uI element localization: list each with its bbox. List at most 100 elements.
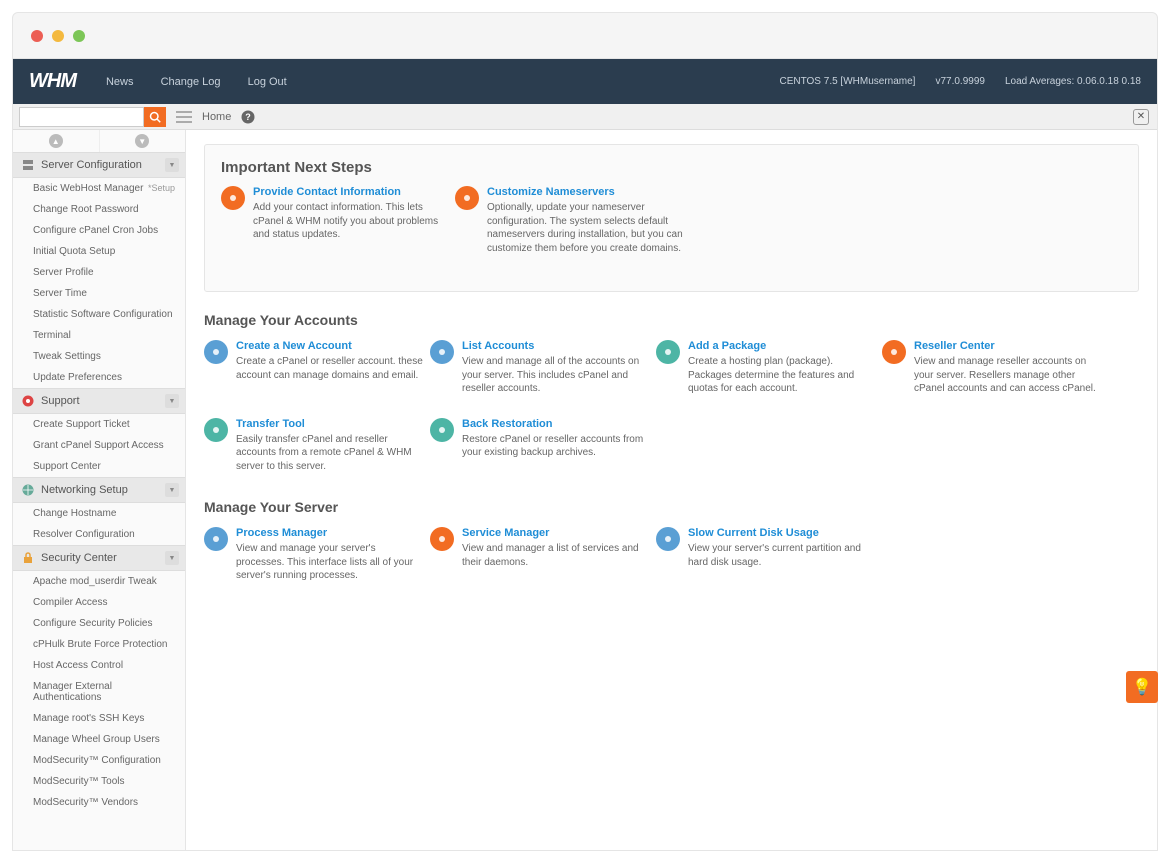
- sidebar-item-0-3[interactable]: Initial Quota Setup: [13, 241, 185, 262]
- accounts-heading: Manage Your Accounts: [204, 312, 1139, 328]
- card-desc: Create a hosting plan (package). Package…: [688, 355, 878, 396]
- next-steps-panel: Important Next Steps Provide Contact Inf…: [204, 144, 1139, 292]
- share-icon: [882, 340, 906, 364]
- sidebar-item-1-1[interactable]: Grant cPanel Support Access: [13, 435, 185, 456]
- card-title[interactable]: Create a New Account: [236, 340, 426, 352]
- sidebar-item-0-4[interactable]: Server Profile: [13, 262, 185, 283]
- card-desc: View and manage your server's processes.…: [236, 542, 426, 583]
- window-titlebar: [12, 12, 1158, 59]
- sidebar-item-1-2[interactable]: Support Center: [13, 456, 185, 477]
- card-srv-0: Process Manager View and manage your serv…: [204, 527, 426, 583]
- nav-log-out[interactable]: Log Out: [248, 76, 287, 88]
- sidebar-item-2-1[interactable]: Resolver Configuration: [13, 524, 185, 545]
- search-input[interactable]: [19, 107, 144, 127]
- card-desc: View and manage all of the accounts on y…: [462, 355, 652, 396]
- window-close-button[interactable]: [31, 30, 43, 42]
- disk-icon: [656, 527, 680, 551]
- card-title[interactable]: Customize Nameservers: [487, 186, 685, 198]
- svg-text:?: ?: [246, 112, 252, 122]
- nav-change-log[interactable]: Change Log: [161, 76, 221, 88]
- chevron-down-icon: ▼: [165, 483, 179, 497]
- card-desc: View and manage reseller accounts on you…: [914, 355, 1104, 396]
- sidebar-item-0-5[interactable]: Server Time: [13, 283, 185, 304]
- card-desc: View your server's current partition and…: [688, 542, 878, 569]
- sidebar-item-tag: *Setup: [148, 183, 175, 193]
- sidebar-group-title: Security Center: [41, 552, 117, 564]
- wrench-icon: [430, 527, 454, 551]
- sidebar: ▲ ▼ Server Configuration▼Basic WebHost M…: [13, 130, 186, 850]
- status-version: v77.0.9999: [935, 76, 985, 87]
- support-icon: [21, 394, 35, 408]
- menu-toggle[interactable]: [176, 111, 192, 123]
- sidebar-item-2-0[interactable]: Change Hostname: [13, 503, 185, 524]
- chevron-down-icon: ▼: [165, 551, 179, 565]
- card-title[interactable]: Reseller Center: [914, 340, 1104, 352]
- card-title[interactable]: Provide Contact Information: [253, 186, 451, 198]
- card-acc-0: Create a New Account Create a cPanel or r…: [204, 340, 426, 396]
- card-desc: Create a cPanel or reseller account. the…: [236, 355, 426, 382]
- main-content: Important Next Steps Provide Contact Inf…: [186, 130, 1157, 850]
- help-fab[interactable]: 💡: [1126, 671, 1158, 703]
- sidebar-item-0-8[interactable]: Tweak Settings: [13, 346, 185, 367]
- status-bar: CENTOS 7.5 [WHMusername] v77.0.9999 Load…: [779, 76, 1141, 87]
- sidebar-item-3-8[interactable]: ModSecurity™ Configuration: [13, 750, 185, 771]
- sidebar-collapse-down[interactable]: ▼: [99, 130, 186, 152]
- sidebar-item-3-4[interactable]: Host Access Control: [13, 655, 185, 676]
- sidebar-collapse-up[interactable]: ▲: [13, 130, 99, 152]
- chevron-down-icon: ▼: [165, 158, 179, 172]
- card-title[interactable]: Back Restoration: [462, 418, 652, 430]
- card-title[interactable]: List Accounts: [462, 340, 652, 352]
- logo: WHM: [29, 70, 76, 93]
- sidebar-group-1[interactable]: Support▼: [13, 388, 185, 414]
- nav-news[interactable]: News: [106, 76, 134, 88]
- sidebar-item-3-3[interactable]: cPHulk Brute Force Protection: [13, 634, 185, 655]
- sidebar-group-0[interactable]: Server Configuration▼: [13, 152, 185, 178]
- card-title[interactable]: Transfer Tool: [236, 418, 426, 430]
- card-desc: Add your contact information. This lets …: [253, 201, 451, 242]
- window-maximize-button[interactable]: [73, 30, 85, 42]
- card-title[interactable]: Process Manager: [236, 527, 426, 539]
- gear-icon: [455, 186, 479, 210]
- sidebar-item-3-7[interactable]: Manage Wheel Group Users: [13, 729, 185, 750]
- help-button[interactable]: ?: [241, 110, 255, 124]
- sidebar-group-2[interactable]: Networking Setup▼: [13, 477, 185, 503]
- sidebar-item-0-2[interactable]: Configure cPanel Cron Jobs: [13, 220, 185, 241]
- card-next-1: Customize NameserversOptionally, update …: [455, 186, 685, 255]
- chevron-down-icon: ▼: [138, 137, 146, 146]
- sidebar-item-3-9[interactable]: ModSecurity™ Tools: [13, 771, 185, 792]
- sidebar-item-0-1[interactable]: Change Root Password: [13, 199, 185, 220]
- card-next-0: Provide Contact Information Add your cont…: [221, 186, 451, 255]
- sidebar-item-0-6[interactable]: Statistic Software Configuration: [13, 304, 185, 325]
- help-icon: ?: [241, 110, 255, 124]
- breadcrumb[interactable]: Home: [202, 111, 231, 123]
- sidebar-item-0-7[interactable]: Terminal: [13, 325, 185, 346]
- sidebar-item-3-0[interactable]: Apache mod_userdir Tweak: [13, 571, 185, 592]
- sidebar-group-3[interactable]: Security Center ▼: [13, 545, 185, 571]
- window-minimize-button[interactable]: [52, 30, 64, 42]
- toolbar: Home ? ✕: [13, 104, 1157, 130]
- sidebar-item-3-5[interactable]: Manager External Authentications: [13, 676, 185, 708]
- globe-icon: [21, 483, 35, 497]
- card-title[interactable]: Slow Current Disk Usage: [688, 527, 878, 539]
- search-icon: [149, 111, 161, 123]
- server-icon: [21, 158, 35, 172]
- restore-icon: [430, 418, 454, 442]
- user-plus-icon: [204, 340, 228, 364]
- sidebar-item-0-9[interactable]: Update Preferences: [13, 367, 185, 388]
- lock-icon: [21, 551, 35, 565]
- top-nav: News Change Log Log Out: [106, 76, 311, 88]
- toolbar-close[interactable]: ✕: [1133, 109, 1149, 125]
- sidebar-item-3-1[interactable]: Compiler Access: [13, 592, 185, 613]
- card-title[interactable]: Service Manager: [462, 527, 652, 539]
- sidebar-item-3-10[interactable]: ModSecurity™ Vendors: [13, 792, 185, 813]
- sidebar-item-3-6[interactable]: Manage root's SSH Keys: [13, 708, 185, 729]
- transfer-icon: [204, 418, 228, 442]
- sidebar-item-3-2[interactable]: Configure Security Policies: [13, 613, 185, 634]
- card-desc: Restore cPanel or reseller accounts from…: [462, 433, 652, 460]
- card-title[interactable]: Add a Package: [688, 340, 878, 352]
- sidebar-item-1-0[interactable]: Create Support Ticket: [13, 414, 185, 435]
- search-button[interactable]: [144, 107, 166, 127]
- sidebar-item-0-0[interactable]: Basic WebHost Manager*Setup: [13, 178, 185, 199]
- lightbulb-icon: 💡: [1132, 677, 1152, 697]
- server-heading: Manage Your Server: [204, 499, 1139, 515]
